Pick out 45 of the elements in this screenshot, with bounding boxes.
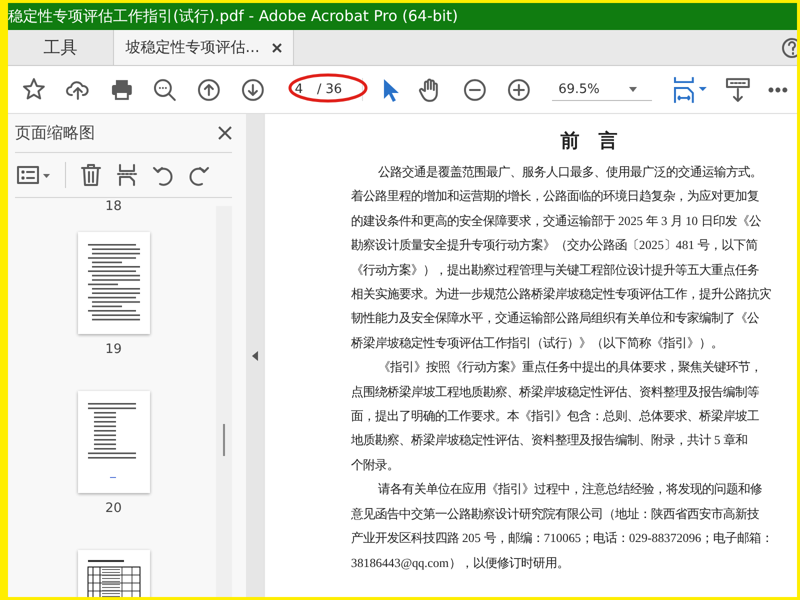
window-title: 稳定性专项评估工作指引(试行).pdf - Adobe Acrobat Pro (64-bit) xyxy=(8,6,458,27)
collapse-arrow-icon[interactable] xyxy=(252,350,258,360)
document-text-line: 相关实施要求。为进一步规范公路桥梁岸坡稳定性专项评估工作，提升公路抗灾 xyxy=(351,286,771,304)
close-icon[interactable] xyxy=(218,126,232,140)
read-mode-icon[interactable] xyxy=(726,76,750,102)
zoom-in-icon[interactable] xyxy=(506,76,532,102)
document-text-line: 个附录。 xyxy=(351,456,399,474)
document-text-line: 公路交通是覆盖范围最广、服务人口最多、使用最广泛的交通运输方式。 xyxy=(378,164,762,181)
page-number-label: 19 xyxy=(105,342,122,357)
bookmark-star-icon[interactable] xyxy=(21,76,47,102)
panel-title: 页面缩略图 xyxy=(15,122,95,144)
document-text-line: 《指引》按照《行动方案》重点任务中提出的具体要求，聚焦关键环节， xyxy=(378,359,762,376)
zoom-dropdown[interactable]: 69.5% xyxy=(552,78,652,100)
document-text-line: 请各有关单位在应用《指引》过程中，注意总结经验，将发现的问题和修 xyxy=(378,481,762,498)
page-number-label: 20 xyxy=(105,501,122,516)
document-text-line: 面，提出了明确的工作要求。本《指引》包含：总则、总体要求、桥梁岸坡工 xyxy=(351,408,759,426)
fit-page-icon[interactable] xyxy=(672,76,708,104)
document-text-line: 地质勘察、桥梁岸坡稳定性评估、资料整理及报告编制、附录，共计 5 章和 xyxy=(351,432,748,450)
document-text-line: 意见函告中交第一公路勘察设计研究院有限公司（地址：陕西省西安市高新技 xyxy=(351,506,759,523)
document-text-line: 点围绕桥梁岸坡工程地质勘察、桥梁岸坡稳定性评估、资料整理及报告编制等 xyxy=(351,384,759,401)
search-icon[interactable] xyxy=(152,76,178,102)
scrollbar-thumb[interactable] xyxy=(223,424,225,456)
help-icon[interactable] xyxy=(781,36,797,58)
page-number-field[interactable]: 4 xyxy=(294,82,303,97)
tab[interactable]: 坡稳定性专项评估... xyxy=(114,30,294,65)
document-text-line: 着公路里程的增加和运营期的增长，公路面临的环境日趋复杂，为应对更加复 xyxy=(351,188,759,206)
options-menu-icon[interactable] xyxy=(17,166,51,184)
caret-icon xyxy=(628,86,637,92)
page-number-label: 18 xyxy=(105,200,122,214)
page-total: / 36 xyxy=(316,82,342,97)
document-text-line: 《行动方案》），提出勘察过程管理与关键工程部位设计提升等五大重点任务 xyxy=(351,262,759,279)
split-page-icon[interactable] xyxy=(116,163,138,187)
close-icon[interactable] xyxy=(272,42,282,52)
page-thumbnail[interactable] xyxy=(78,232,150,334)
document-text-line: 38186443@qq.com），以便修订时研用。 xyxy=(351,554,569,572)
page-thumbnail[interactable] xyxy=(78,391,150,493)
document-text-line: 的建设条件和更高的安全保障要求，交通运输部于 2025 年 3 月 10 日印发《公 xyxy=(351,212,761,230)
document-heading: 前 言 xyxy=(560,129,618,154)
document-text-line: 韧性能力及安全保障水平，交通运输部公路局组织有关单位和专家编制了《公 xyxy=(351,310,759,328)
document-text-line: 桥梁岸坡稳定性专项评估工作指引（试行）》（以下简称《指引》）。 xyxy=(351,334,723,352)
document-text-line: 产业开发区科技四路 205 号，邮编：710065；电话：029-88372096；电子邮箱： xyxy=(351,530,774,548)
document-text-line: 勘察设计质量安全提升专项行动方案》（交办公路函〔2025〕481 号，以下简 xyxy=(351,237,758,254)
trash-icon[interactable] xyxy=(80,163,102,187)
zoom-out-icon[interactable] xyxy=(462,76,488,102)
more-icon[interactable] xyxy=(768,86,788,92)
